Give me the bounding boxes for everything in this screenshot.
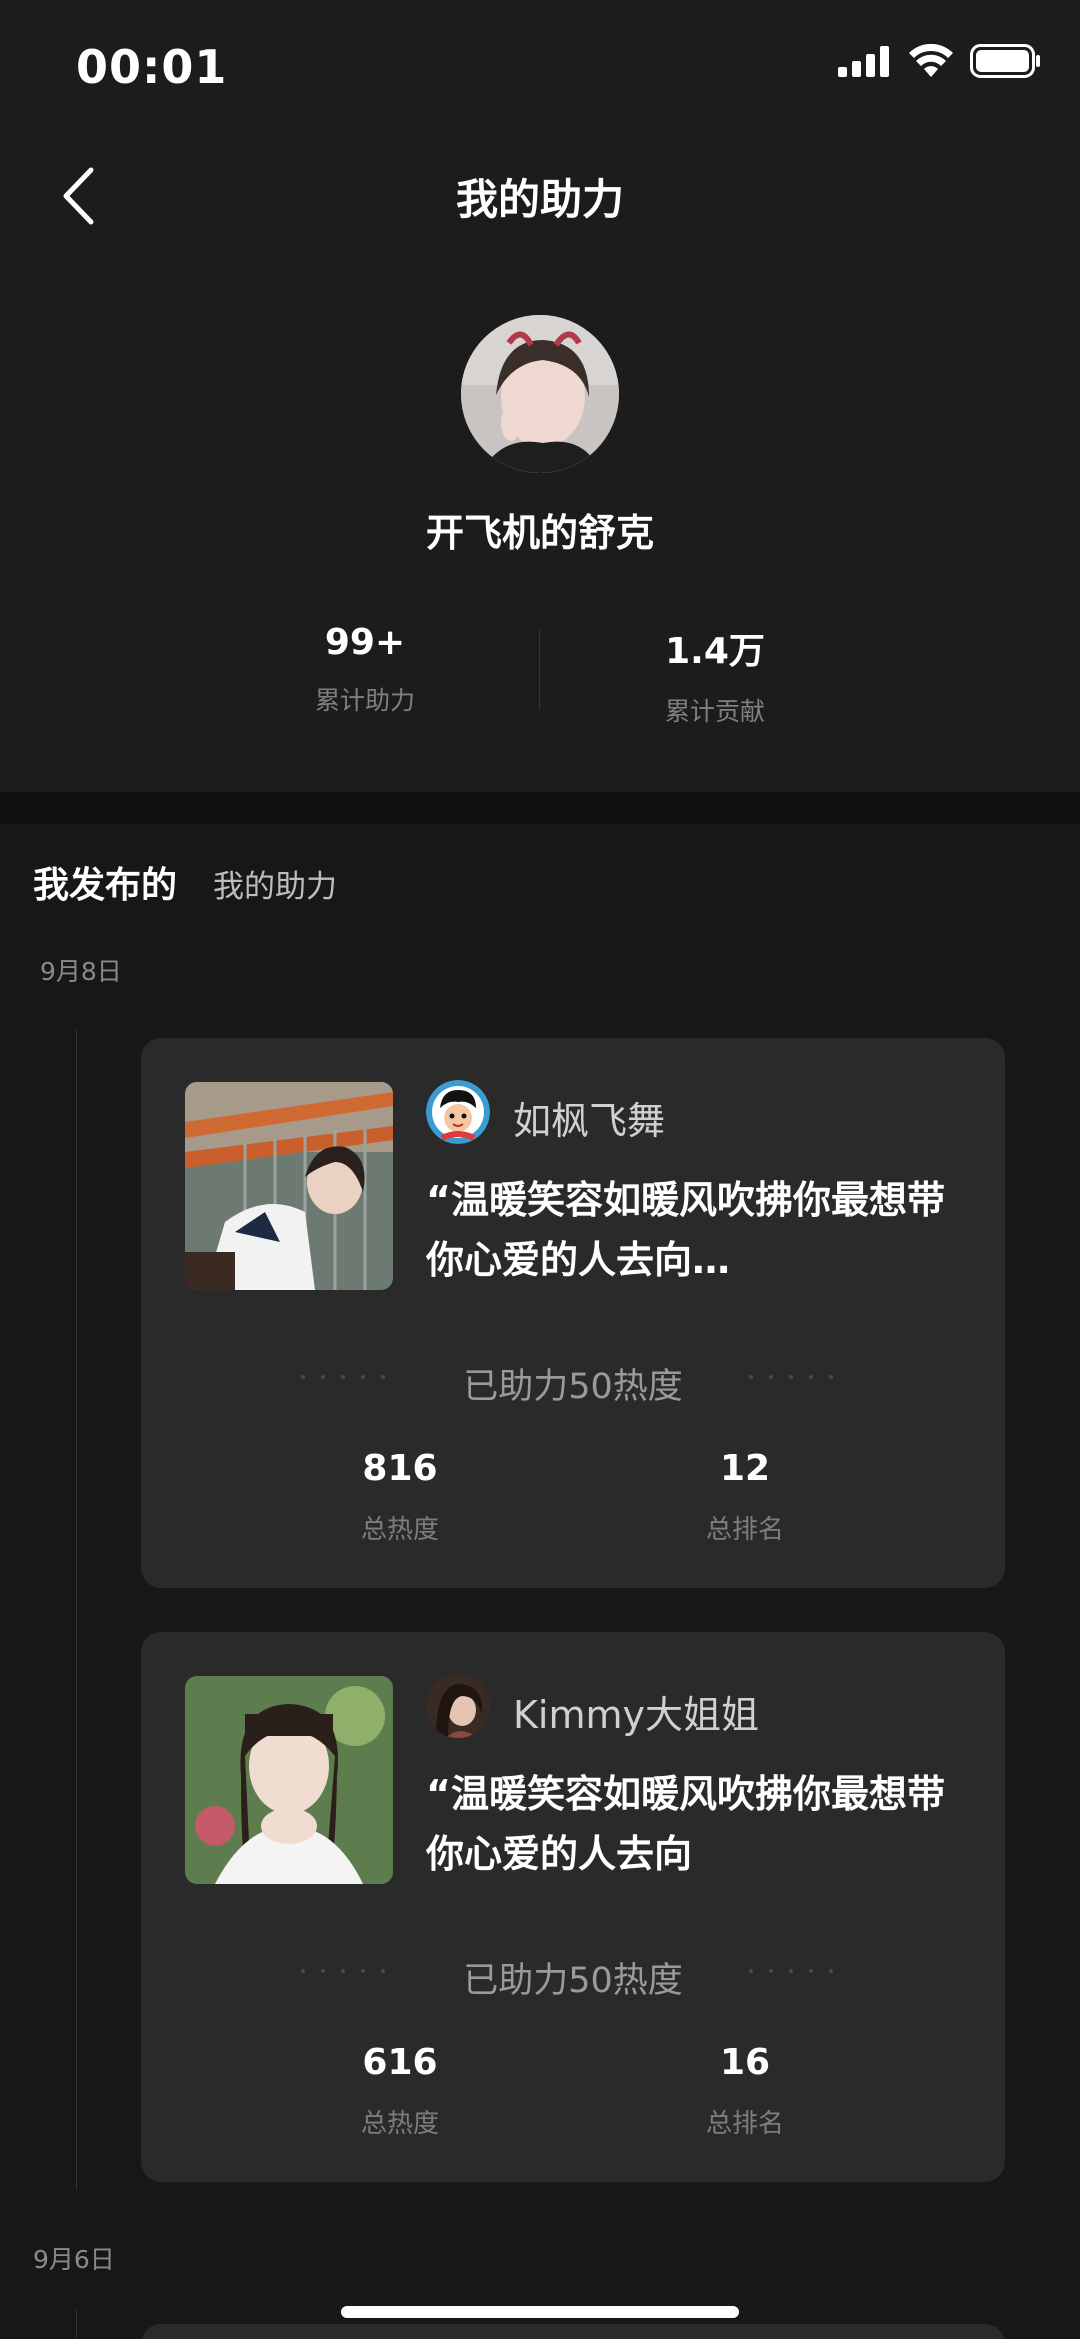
card-username: Kimmy大姐姐	[513, 1693, 759, 1737]
card-total-rank-value: 16	[719, 2042, 771, 2083]
card-helped-label: 已助力50热度	[463, 1961, 683, 2001]
status-bar: 00:01	[0, 0, 1080, 132]
timeline-line	[76, 2310, 77, 2339]
stat-total-contribution-value: 1.4万	[665, 631, 765, 672]
tab-my-help[interactable]: 我的助力	[213, 861, 337, 906]
card-thumbnail	[185, 1082, 393, 1290]
stat-divider	[539, 630, 540, 710]
profile-header: 我的助力 开飞机的舒克 99+ 累计助力 1.4万 累计贡献	[0, 132, 1080, 792]
stat-total-help-value: 99+	[324, 622, 406, 663]
thumbnail-photo	[185, 1676, 393, 1884]
card-total-rank-label: 总排名	[705, 2109, 784, 2139]
stat-total-help: 99+ 累计助力	[215, 622, 515, 717]
date-label: 9月8日	[40, 957, 122, 986]
status-icons	[838, 44, 1042, 78]
thumbnail-photo	[185, 1082, 393, 1290]
help-card[interactable]: 如枫飞舞 “温暖笑容如暖风吹拂你最想带你心爱的人去向… 已助力50热度 816 …	[141, 1038, 1005, 1588]
home-indicator[interactable]	[341, 2306, 739, 2318]
card-total-heat-label: 总热度	[360, 1515, 439, 1545]
stat-total-contribution-label: 累计贡献	[664, 697, 765, 726]
card-username: 如枫飞舞	[513, 1099, 666, 1143]
avatar-photo	[426, 1674, 490, 1738]
card-quote: “温暖笑容如暖风吹拂你最想带你心爱的人去向…	[426, 1178, 945, 1282]
card-user-avatar[interactable]	[426, 1080, 490, 1144]
tab-bar: 我发布的 我的助力	[33, 856, 337, 908]
battery-icon	[970, 44, 1040, 78]
profile-name: 开飞机的舒克	[425, 511, 654, 555]
stat-total-contribution: 1.4万 累计贡献	[565, 622, 865, 728]
screen: 00:01 我的助力 开飞机的舒克 99+ 累计助力 1.4万 累计贡献 我发布…	[0, 0, 1080, 2339]
card-total-heat: 616 总热度	[300, 2042, 500, 2140]
help-card-partial[interactable]	[141, 2324, 1005, 2339]
signal-icon	[838, 46, 889, 77]
card-total-rank-value: 12	[719, 1448, 771, 1489]
avatar-photo	[461, 315, 619, 473]
card-thumbnail	[185, 1676, 393, 1884]
card-total-heat-label: 总热度	[360, 2109, 439, 2139]
stat-total-help-label: 累计助力	[314, 686, 415, 715]
card-total-heat-value: 816	[362, 1448, 438, 1489]
card-total-heat: 816 总热度	[300, 1448, 500, 1546]
decorative-dots-right	[749, 1375, 833, 1379]
decorative-dots-right	[749, 1969, 833, 1973]
card-helped-label: 已助力50热度	[463, 1367, 683, 1407]
date-label: 9月6日	[33, 2245, 115, 2274]
page-title: 我的助力	[455, 175, 624, 224]
card-total-rank: 16 总排名	[645, 2042, 845, 2140]
timeline-line	[76, 1030, 77, 2190]
card-user-avatar[interactable]	[426, 1674, 490, 1738]
avatar[interactable]	[461, 315, 619, 473]
card-quote: “温暖笑容如暖风吹拂你最想带你心爱的人去向	[426, 1772, 945, 1876]
wifi-icon	[909, 44, 953, 77]
status-time: 00:01	[76, 40, 228, 94]
card-total-rank-label: 总排名	[705, 1515, 784, 1545]
help-card[interactable]: Kimmy大姐姐 “温暖笑容如暖风吹拂你最想带你心爱的人去向 已助力50热度 6…	[141, 1632, 1005, 2182]
section-divider	[0, 792, 1080, 824]
card-total-rank: 12 总排名	[645, 1448, 845, 1546]
card-total-heat-value: 616	[362, 2042, 438, 2083]
avatar-cartoon	[426, 1080, 490, 1144]
tab-my-posts[interactable]: 我发布的	[33, 856, 177, 908]
